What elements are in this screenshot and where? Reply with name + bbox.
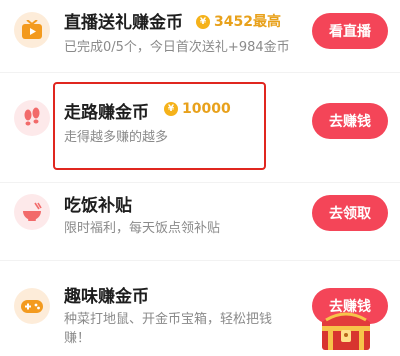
divider: [0, 182, 400, 183]
treasure-chest-icon[interactable]: [316, 304, 376, 352]
bowl-icon: [14, 194, 50, 230]
task-title: 直播送礼赚金币: [64, 13, 183, 33]
footprints-icon: [14, 100, 50, 136]
divider: [0, 260, 400, 261]
task-subtitle: 已完成0/5个，今日首次送礼+984金币: [64, 40, 290, 55]
task-title: 趣味赚金币: [64, 287, 149, 307]
claim-button[interactable]: 去领取: [312, 195, 388, 231]
task-subtitle: 限时福利，每天饭点领补贴: [64, 221, 221, 236]
task-subtitle-line1: 种菜打地鼠、开金币宝箱，轻松把钱: [64, 312, 273, 327]
watch-live-button[interactable]: 看直播: [312, 13, 388, 49]
coin-icon: ¥: [196, 15, 210, 29]
gamepad-icon: [14, 288, 50, 324]
reward-amount: ¥3452最高: [196, 11, 281, 31]
divider: [0, 72, 400, 73]
task-subtitle-line2: 赚！: [64, 331, 91, 346]
highlight-box: [53, 82, 266, 170]
task-title: 吃饭补贴: [64, 196, 132, 216]
earn-money-button[interactable]: 去赚钱: [312, 103, 388, 139]
tv-icon: [14, 12, 50, 48]
